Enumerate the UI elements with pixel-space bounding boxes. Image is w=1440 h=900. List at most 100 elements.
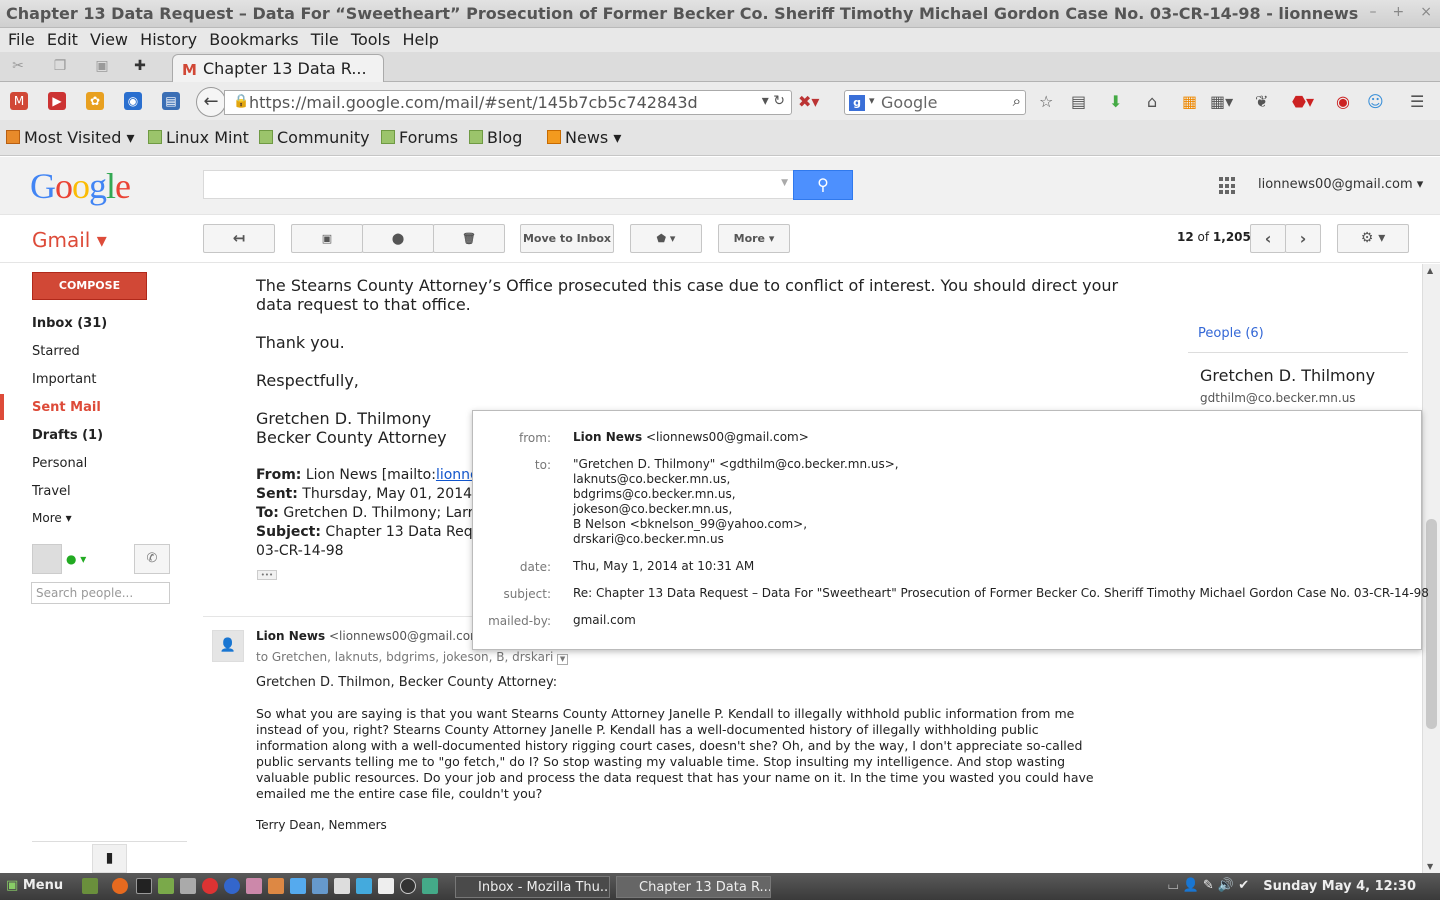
menu-view[interactable]: View — [82, 28, 128, 49]
copy-icon[interactable]: ❐ — [52, 58, 68, 74]
search-people-input[interactable]: Search people... — [31, 582, 170, 604]
show-trimmed-button[interactable]: ••• — [257, 570, 277, 580]
show-details-icon[interactable]: ▼ — [557, 654, 569, 665]
app-icon[interactable] — [202, 878, 218, 894]
files-icon[interactable] — [158, 878, 174, 894]
bookmark-news[interactable]: News ▾ — [547, 128, 621, 147]
menu-file[interactable]: File — [0, 28, 35, 49]
more-button[interactable]: More ▾ — [718, 224, 790, 253]
download-icon[interactable]: ⬇ — [1109, 92, 1122, 111]
bookmarks-list-icon[interactable]: ▤ — [1071, 92, 1086, 111]
apps-dropdown-icon[interactable]: ▦▾ — [1210, 92, 1233, 111]
compose-button[interactable]: COMPOSE — [32, 272, 147, 300]
search-bar[interactable]: g ▾ Google ⌕ — [844, 90, 1026, 115]
gmail-toolbar-icon[interactable]: M — [10, 92, 28, 110]
app-icon[interactable] — [422, 878, 438, 894]
nav-inbox[interactable]: Inbox (31) — [32, 316, 107, 331]
tab-gmail[interactable]: M Chapter 13 Data R... — [172, 54, 384, 83]
menu-history[interactable]: History — [132, 28, 197, 49]
newer-button[interactable]: ‹ — [1250, 224, 1286, 253]
sender-name[interactable]: Lion News — [256, 629, 325, 643]
tray-icons[interactable]: ⌴ 👤 ✎ 🔊 ✔ — [1168, 878, 1249, 893]
picasa-icon[interactable]: ✿ — [86, 92, 104, 110]
noscript-icon[interactable]: ◉ — [1336, 92, 1350, 111]
app-icon[interactable] — [290, 878, 306, 894]
page-scrollbar[interactable]: ▲ ▼ — [1422, 264, 1440, 873]
app-icon[interactable] — [378, 878, 394, 894]
menu-tools[interactable]: Tools — [343, 28, 390, 49]
bookmark-most-visited[interactable]: Most Visited ▾ — [6, 128, 135, 147]
ghostery-icon[interactable]: ☺ — [1367, 92, 1384, 111]
start-menu-button[interactable]: ▣ Menu — [6, 878, 63, 893]
app-icon[interactable] — [246, 878, 262, 894]
menu-hamburger-icon[interactable]: ☰ — [1410, 92, 1424, 111]
nav-drafts[interactable]: Drafts (1) — [32, 428, 103, 443]
url-bar[interactable]: 🔒 https://mail.google.com/mail/#sent/145… — [224, 90, 792, 115]
app-icon[interactable] — [400, 878, 416, 894]
menu-tile[interactable]: Tile — [303, 28, 339, 49]
menu-edit[interactable]: Edit — [39, 28, 78, 49]
app-icon[interactable] — [224, 878, 240, 894]
engine-dropdown-icon[interactable]: ▾ — [869, 94, 875, 107]
phone-call-icon[interactable]: ✆ — [134, 544, 170, 574]
show-desktop-icon[interactable] — [82, 878, 98, 894]
addon-grid-icon[interactable]: ▦ — [1182, 92, 1197, 111]
menu-bookmarks[interactable]: Bookmarks — [201, 28, 298, 49]
youtube-icon[interactable]: ▶ — [48, 92, 66, 110]
nav-sent-mail[interactable]: Sent Mail — [32, 400, 101, 415]
status-online-icon[interactable]: ● ▾ — [66, 552, 86, 566]
mail-search-button[interactable]: ⚲ — [793, 170, 853, 200]
back-button[interactable]: ← — [196, 87, 226, 117]
settings-button[interactable]: ⚙ ▾ — [1337, 224, 1409, 253]
clock[interactable]: Sunday May 4, 12:30 — [1263, 879, 1416, 894]
move-to-inbox-button[interactable]: Move to Inbox — [520, 224, 614, 253]
home-icon[interactable]: ⌂ — [1147, 92, 1157, 111]
minimize-button[interactable]: – — [1370, 4, 1377, 20]
addon-block-icon[interactable]: ✖▾ — [798, 92, 819, 111]
account-menu[interactable]: lionnews00@gmail.com ▾ — [1258, 177, 1423, 192]
scroll-down-icon[interactable]: ▼ — [1427, 862, 1433, 871]
menu-help[interactable]: Help — [394, 28, 438, 49]
new-tab-icon[interactable]: ✚ — [132, 58, 148, 74]
google-logo[interactable]: Google — [30, 165, 131, 207]
chat-avatar-icon[interactable] — [32, 544, 62, 574]
search-options-icon[interactable]: ▼ — [781, 178, 788, 188]
nav-more[interactable]: More ▾ — [32, 511, 72, 525]
report-spam-button[interactable]: ⬤ — [362, 224, 434, 253]
paste-icon[interactable]: ▣ — [94, 58, 110, 74]
close-button[interactable]: × — [1420, 4, 1432, 20]
bookmark-blog[interactable]: Blog — [469, 128, 522, 147]
search-icon[interactable]: ⌕ — [1013, 92, 1021, 110]
app-icon[interactable] — [180, 878, 196, 894]
adblock-icon[interactable]: ⬣▾ — [1292, 92, 1314, 111]
nav-starred[interactable]: Starred — [32, 344, 80, 359]
back-to-list-button[interactable]: ↤ — [203, 224, 275, 253]
task-firefox[interactable]: Chapter 13 Data R... — [616, 876, 771, 898]
gmail-label[interactable]: Gmail ▾ — [32, 228, 107, 252]
hangouts-chat-icon[interactable]: ▮ — [92, 844, 127, 873]
nav-travel[interactable]: Travel — [32, 484, 71, 499]
bookmark-forums[interactable]: Forums — [381, 128, 458, 147]
app-icon[interactable] — [334, 878, 350, 894]
firefox-icon[interactable] — [112, 878, 128, 894]
mail-search-input[interactable]: ▼ — [203, 170, 795, 199]
people-contact-name[interactable]: Gretchen D. Thilmony — [1200, 366, 1375, 385]
bookmark-community[interactable]: Community — [259, 128, 370, 147]
task-thunderbird[interactable]: Inbox - Mozilla Thu... — [455, 876, 610, 898]
book-icon[interactable]: ▤ — [162, 92, 180, 110]
app-icon[interactable] — [268, 878, 284, 894]
nav-important[interactable]: Important — [32, 372, 96, 387]
delete-button[interactable]: 🗑 — [433, 224, 505, 253]
maximize-button[interactable]: + — [1393, 4, 1405, 20]
scroll-up-icon[interactable]: ▲ — [1427, 266, 1433, 275]
reload-icon[interactable]: ▾ ↻ — [762, 93, 785, 109]
nav-personal[interactable]: Personal — [32, 456, 87, 471]
camera-icon[interactable]: ◉ — [124, 92, 142, 110]
bookmark-linux-mint[interactable]: Linux Mint — [148, 128, 249, 147]
scrollbar-thumb[interactable] — [1426, 519, 1437, 729]
labels-button[interactable]: ⬟ ▾ — [630, 224, 702, 253]
older-button[interactable]: › — [1285, 224, 1321, 253]
addon-fox-icon[interactable]: ❦ — [1255, 92, 1268, 111]
people-panel-title[interactable]: People (6) — [1198, 326, 1264, 341]
terminal-icon[interactable] — [136, 878, 152, 894]
